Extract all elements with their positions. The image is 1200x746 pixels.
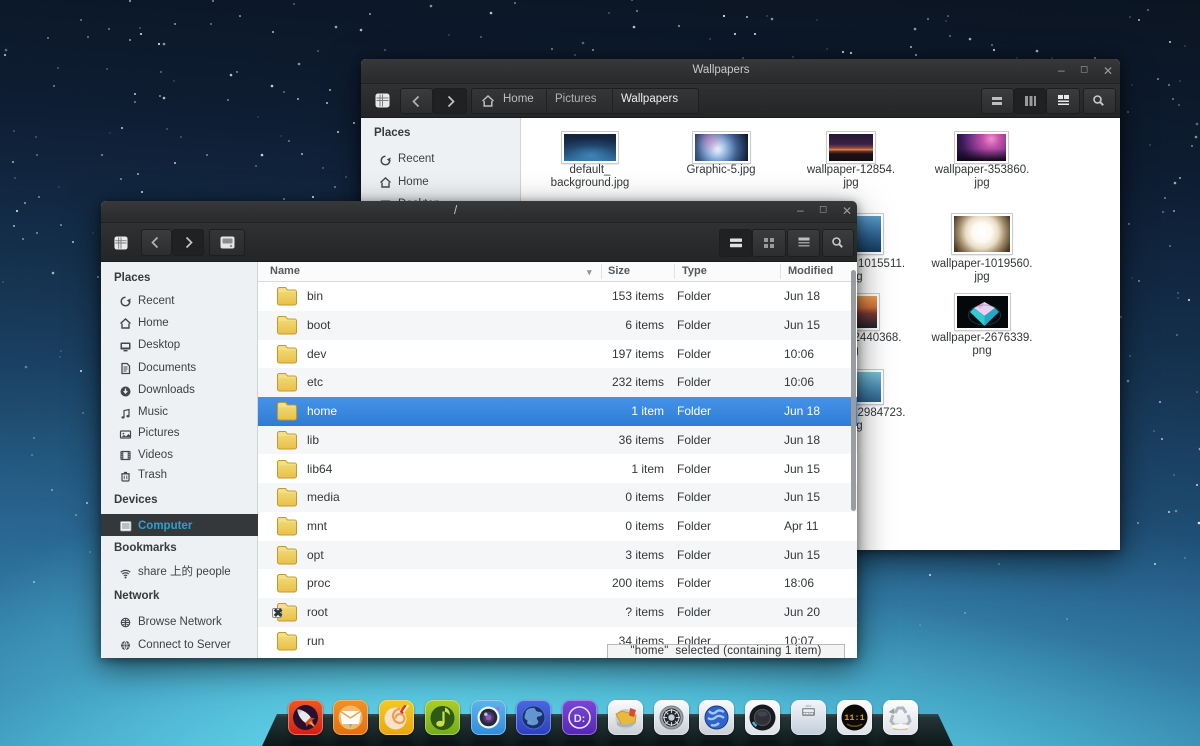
svg-text:abc: abc <box>806 704 812 708</box>
svg-text:D:: D: <box>574 713 586 725</box>
svg-text:11:1: 11:1 <box>844 713 864 723</box>
